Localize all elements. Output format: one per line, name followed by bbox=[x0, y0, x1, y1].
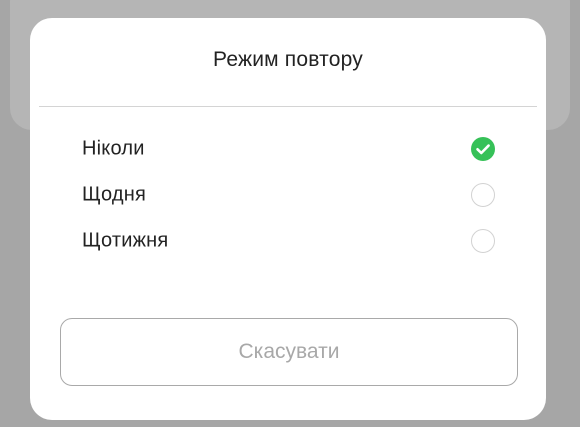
option-weekly[interactable]: Щотижня bbox=[30, 218, 546, 264]
cancel-button[interactable]: Скасувати bbox=[60, 318, 518, 386]
option-label: Ніколи bbox=[82, 137, 145, 160]
repeat-mode-dialog: Режим повтору Ніколи Щодня Щотижня Скасу… bbox=[30, 18, 546, 420]
option-daily[interactable]: Щодня bbox=[30, 172, 546, 218]
radio-empty-icon bbox=[471, 229, 495, 253]
check-circle-icon bbox=[471, 137, 495, 161]
option-never[interactable]: Ніколи bbox=[30, 126, 546, 172]
option-label: Щодня bbox=[82, 183, 146, 206]
dialog-title: Режим повтору bbox=[213, 48, 363, 71]
option-label: Щотижня bbox=[82, 229, 169, 252]
radio-empty-icon bbox=[471, 183, 495, 207]
divider bbox=[39, 106, 537, 107]
